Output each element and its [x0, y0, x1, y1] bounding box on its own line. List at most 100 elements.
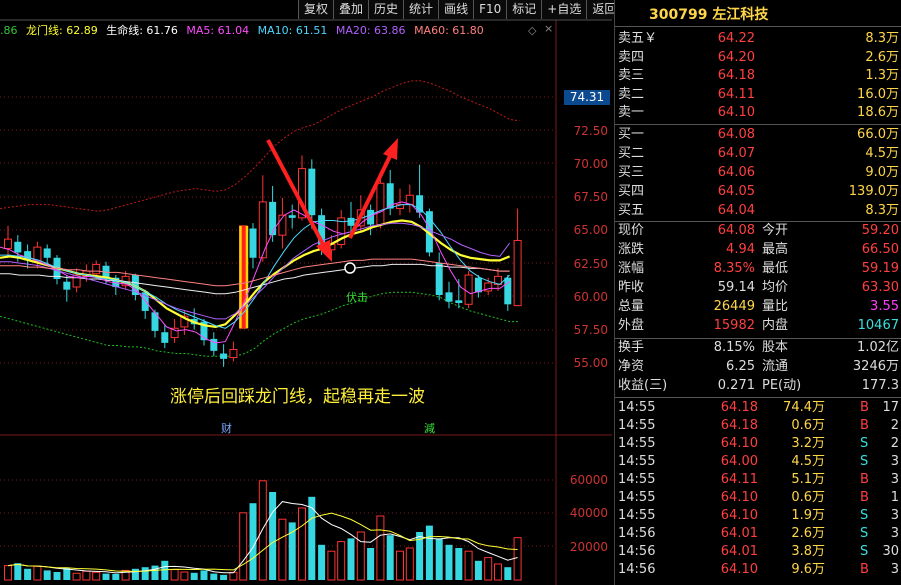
chart-toolbar: 复权 叠加 历史 统计 画线 F10 标记 +自选 返回: [298, 0, 622, 20]
bid-row: 买四 64.05 139.0万: [615, 183, 901, 201]
volume-bar: [43, 570, 51, 580]
indicator-ma60: MA60: 61.80: [414, 24, 484, 37]
fin-row: 收益(三) 0.271 PE(动) 177.3: [615, 377, 901, 395]
bid-volume: 66.0万: [857, 127, 899, 142]
f10-button[interactable]: F10: [473, 0, 507, 19]
volume-bar: [269, 492, 277, 580]
bid-volume: 8.3万: [865, 203, 899, 218]
indicator-ma5: MA5: 61.04: [186, 24, 250, 37]
volume-bar: [53, 572, 61, 580]
diamond-icon[interactable]: ◇: [528, 24, 536, 37]
volume-bar: [435, 538, 443, 580]
ambush-marker: 伏击: [346, 291, 368, 304]
candle-body: [4, 238, 12, 249]
volume-bar: [367, 548, 375, 580]
volume-bar: [170, 569, 179, 581]
bid-volume: 139.0万: [848, 184, 899, 199]
volume-bar: [464, 550, 473, 581]
divider: [615, 26, 901, 27]
restore-rights-button[interactable]: 复权: [298, 0, 334, 19]
tick-count: 3: [890, 562, 899, 577]
mark-button[interactable]: 标记: [506, 0, 542, 19]
candle-body: [464, 274, 473, 305]
quote-value: 63.30: [861, 280, 899, 295]
candle-body: [435, 263, 443, 295]
quote-panel: 300799 左江科技 卖五￥ 64.22 8.3万 卖四 64.20 2.6万 卖三 64.…: [614, 0, 901, 585]
volume-bar: [24, 568, 32, 580]
tick-row: 14:56 64.10 9.6万 B 3: [615, 561, 901, 579]
volume-bar: [513, 537, 522, 581]
candle-body: [43, 248, 51, 258]
quote-value: 59.20: [861, 223, 899, 238]
price-axis-label: 55.00: [573, 356, 608, 370]
tick-count: 30: [882, 544, 899, 559]
tick-row: 14:55 64.18 74.4万 B 17: [615, 399, 901, 417]
overlay-button[interactable]: 叠加: [333, 0, 369, 19]
volume-bar: [141, 567, 149, 580]
current-price-tag: 74.31: [564, 90, 610, 105]
candle-body: [445, 292, 453, 302]
volume-bar: [504, 567, 512, 580]
down-arrow-shaft: [266, 139, 328, 251]
quote-row: 外盘 15982 内盘 10467: [615, 317, 901, 335]
price-axis-label: 65.00: [573, 223, 608, 237]
bid-volume: 9.0万: [865, 165, 899, 180]
candle-body: [376, 182, 385, 226]
volume-bar: [4, 565, 12, 581]
price-axis-label: 60.00: [573, 290, 608, 304]
volume-bar: [249, 503, 257, 580]
ask-row: 卖五￥ 64.22 8.3万: [615, 30, 901, 48]
volume-bar: [445, 544, 453, 580]
candle-body: [92, 263, 101, 275]
finance-marker[interactable]: 财: [221, 420, 232, 436]
candle-body: [288, 215, 296, 218]
volume-bar: [356, 531, 365, 581]
candle-body: [63, 281, 71, 290]
lower-band: [0, 291, 520, 357]
indicator-longmen: 龙门线: 62.89: [26, 24, 98, 37]
add-watchlist-button[interactable]: +自选: [541, 0, 587, 19]
candle-body: [249, 228, 257, 258]
volume-bar: [484, 557, 493, 581]
ask-volume: 8.3万: [865, 31, 899, 46]
volume-bar: [161, 560, 169, 580]
quote-row: 涨跌 4.94 最高 66.50: [615, 241, 901, 259]
volume-bars: [4, 480, 522, 581]
quote-row: 涨幅 8.35% 最低 59.19: [615, 260, 901, 278]
volume-bar: [298, 507, 306, 581]
kline-chart[interactable]: [0, 0, 612, 585]
candle-body: [367, 209, 375, 225]
statistics-button[interactable]: 统计: [403, 0, 439, 19]
fin-row: 换手 8.15% 股本 1.02亿: [615, 339, 901, 357]
candle-body: [504, 277, 512, 305]
volume-bar: [455, 548, 463, 580]
ask-volume: 16.0万: [857, 86, 899, 102]
draw-line-button[interactable]: 画线: [438, 0, 474, 19]
tick-count: 3: [890, 526, 899, 541]
indicator-prev: .86: [0, 24, 18, 37]
quote-value: 3.55: [870, 299, 899, 314]
volume-bar: [278, 518, 287, 581]
candlesticks: [4, 155, 522, 367]
candle-body: [308, 168, 316, 216]
bid-row: 买一 64.08 66.0万: [615, 126, 901, 144]
close-icon[interactable]: ×: [544, 22, 553, 35]
quote-value: 66.50: [861, 242, 899, 257]
volume-bar: [151, 565, 159, 580]
volume-bar: [386, 535, 394, 580]
candle-body: [14, 241, 22, 253]
indicator-ma20: MA20: 63.86: [335, 24, 406, 37]
bid-volume: 4.5万: [865, 146, 899, 161]
divider: [615, 124, 901, 125]
tick-row: 14:56 64.01 3.8万 S 30: [615, 543, 901, 561]
bid-row: 买二 64.07 4.5万: [615, 145, 901, 163]
volume-bar: [258, 480, 267, 581]
fin-value: 177.3: [861, 378, 899, 393]
candle-body: [513, 239, 522, 307]
candle-body: [455, 300, 463, 303]
history-button[interactable]: 历史: [368, 0, 404, 19]
reduce-marker[interactable]: 減: [424, 420, 435, 436]
tick-count: 3: [890, 454, 899, 469]
volume-bar: [82, 570, 91, 581]
tick-row: 14:55 64.10 1.9万 S 3: [615, 507, 901, 525]
